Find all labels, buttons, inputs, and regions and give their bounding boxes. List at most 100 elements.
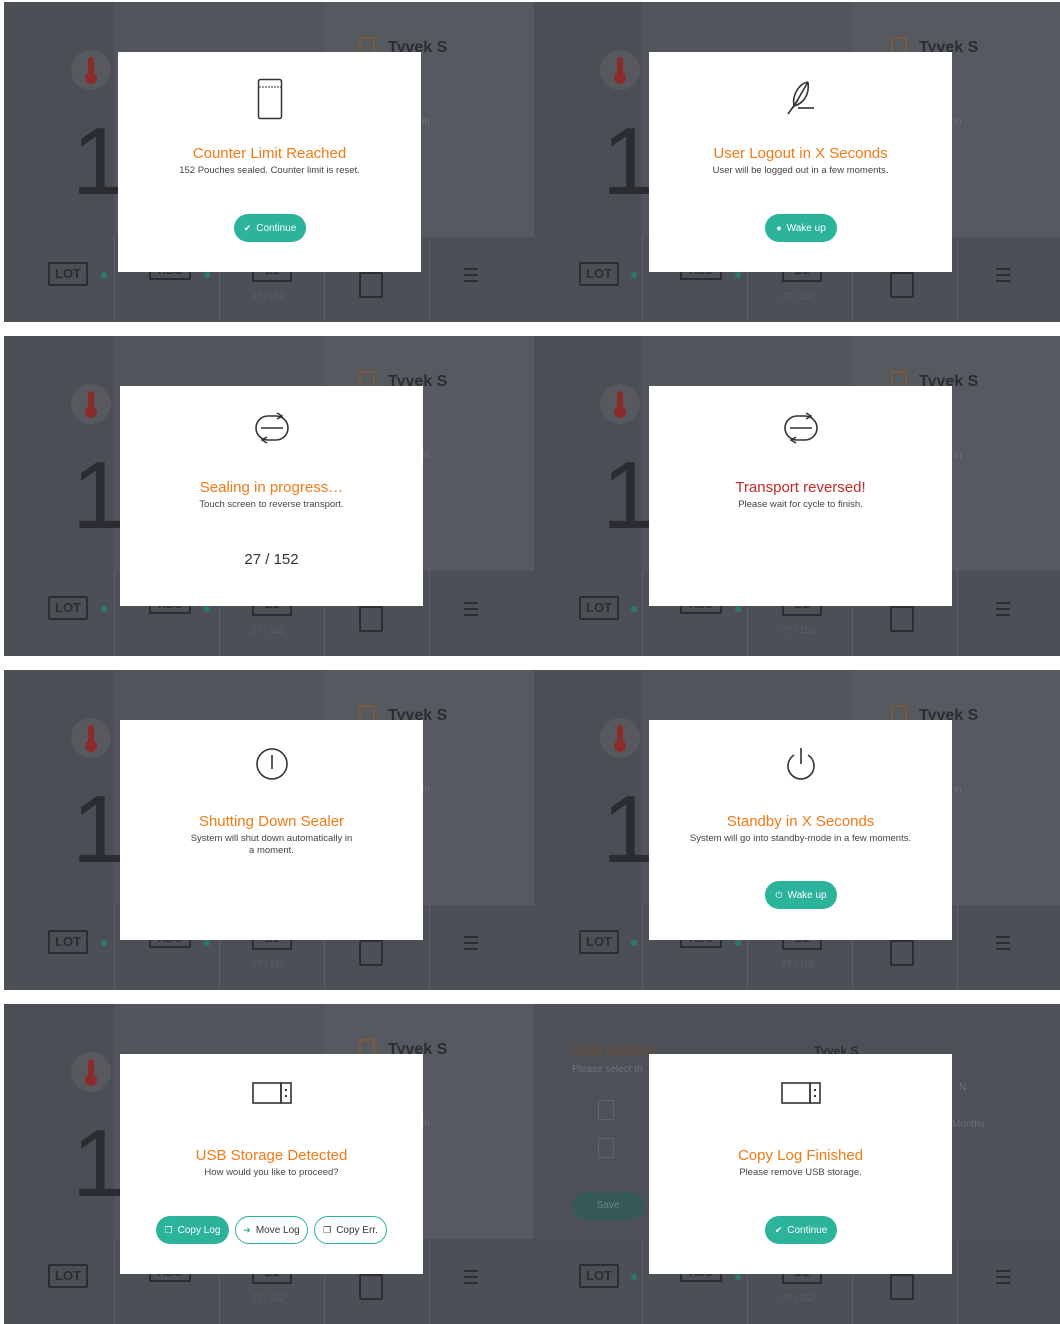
screen-panel-1: 1 1 Tyvek S Tyvek S in in LOT ABC 1/2 27… [4,2,1060,322]
menu-icon[interactable] [996,268,1010,286]
transport-icon [120,412,423,456]
dialog-message: Please wait for cycle to finish. [738,499,863,510]
bag-icon[interactable] [890,272,914,298]
pouch-count: 27 / 152 [252,1293,285,1303]
n-fragment: N [959,1082,967,1093]
move-log-button[interactable]: ➜ Move Log [235,1216,308,1244]
menu-icon[interactable] [996,602,1010,620]
lot-button[interactable]: LOT [579,930,619,954]
power-off-icon [120,746,423,790]
dialog-title: Copy Log Finished [737,1147,864,1164]
dialog-message: Please remove USB storage. [739,1167,862,1178]
dialog-title: USB Storage Detected [195,1147,348,1164]
lot-button[interactable]: LOT [579,1264,619,1288]
lot-button[interactable]: LOT [579,262,619,286]
pouch-count: 27 / 152 [782,291,815,301]
status-dot [101,606,107,612]
status-dot [735,272,741,278]
lot-button[interactable]: LOT [48,262,88,286]
sealing-progress-dialog[interactable]: Sealing in progress… Touch screen to rev… [120,386,423,606]
seal-presets-sub: Please select th [572,1064,643,1075]
wake-up-button[interactable]: ⏻ Wake up [765,881,837,909]
dialog-title: User Logout in X Seconds [713,145,888,162]
menu-icon[interactable] [996,936,1010,954]
menu-icon[interactable] [464,602,478,620]
lot-button[interactable]: LOT [48,930,88,954]
copy-finished-dialog: Copy Log Finished Please remove USB stor… [649,1054,952,1274]
dialog-title: Shutting Down Sealer [198,813,345,830]
wake-up-button[interactable]: ● Wake up [765,214,837,242]
bag-icon[interactable] [890,606,914,632]
menu-icon[interactable] [464,268,478,286]
usb-icon [649,1080,952,1124]
counter-limit-dialog: Counter Limit Reached 152 Pouches sealed… [118,52,421,272]
continue-button[interactable]: ✔ Continue [234,214,306,242]
dialog-message: User will be logged out in a few moments… [712,165,889,176]
bag-icon[interactable] [359,272,383,298]
thermometer-icon [71,384,111,424]
transport-icon [649,412,952,456]
pouch-count: 27 / 152 [782,625,815,635]
pouch-count: 27 / 152 [252,625,285,635]
menu-icon[interactable] [464,1270,478,1288]
min-fragment: in [422,784,430,795]
temp-number: 1 [602,776,656,883]
usb-icon [120,1080,423,1124]
thermometer-icon [600,50,640,90]
temp-number: 1 [602,108,656,215]
copy-icon: ❐ [323,1225,332,1235]
lot-button[interactable]: LOT [579,596,619,620]
status-dot [631,606,637,612]
standby-dialog: Standby in X Seconds System will go into… [649,720,952,940]
copy-icon: ❐ [164,1225,173,1235]
screen-panel-4: 1 Tyvek S in Seal presets Please select … [4,1004,1060,1324]
pouch-count: 27 / 152 [252,959,285,969]
check-circle-icon: ✔ [243,223,252,233]
menu-icon[interactable] [996,1270,1010,1288]
move-icon: ➜ [243,1225,251,1235]
lot-button[interactable]: LOT [48,596,88,620]
pouch-count: 27 / 152 [782,1293,815,1303]
copy-err-button[interactable]: ❐ Copy Err. [314,1216,387,1244]
screen-panel-3: 1 1 Tyvek S Tyvek S in in LOT ABC 1/2 27… [4,670,1060,990]
status-dot [631,940,637,946]
temp-number: 1 [72,1110,126,1217]
dialog-title: Standby in X Seconds [726,813,875,830]
save-button[interactable]: Save [572,1192,644,1220]
user-logout-dialog: User Logout in X Seconds User will be lo… [649,52,952,272]
user-icon: ● [776,223,782,233]
status-dot [631,1274,637,1280]
preset-slot[interactable] [598,1138,614,1158]
pouch-count: 27 / 152 [252,291,285,301]
min-fragment: in [954,784,962,795]
bag-icon[interactable] [890,940,914,966]
progress-counter: 27 / 152 [244,551,299,568]
dialog-message: System will shut down automatically in a… [190,833,353,856]
status-dot [101,940,107,946]
bag-icon[interactable] [359,606,383,632]
status-dot [631,272,637,278]
bag-icon[interactable] [359,1274,383,1300]
min-fragment: in [422,116,430,127]
status-dot [735,606,741,612]
power-icon: ⏻ [775,890,783,900]
shutting-down-dialog: Shutting Down Sealer System will shut do… [120,720,423,940]
thermometer-icon [71,1052,111,1092]
lot-button[interactable]: LOT [48,1264,88,1288]
pouch-icon [118,78,421,122]
thermometer-icon [71,718,111,758]
copy-log-button[interactable]: ❐ Copy Log [156,1216,229,1244]
bag-icon[interactable] [359,940,383,966]
preset-slot[interactable] [598,1100,614,1120]
usb-detected-dialog: USB Storage Detected How would you like … [120,1054,423,1274]
months-fragment: Months [952,1119,985,1130]
thermometer-icon [71,50,111,90]
bag-icon[interactable] [890,1274,914,1300]
status-dot [101,272,107,278]
status-dot [735,1274,741,1280]
status-dot [204,940,210,946]
min-fragment: in [954,116,962,127]
menu-icon[interactable] [464,936,478,954]
continue-button[interactable]: ✔ Continue [765,1216,837,1244]
dialog-message: How would you like to proceed? [204,1167,339,1178]
